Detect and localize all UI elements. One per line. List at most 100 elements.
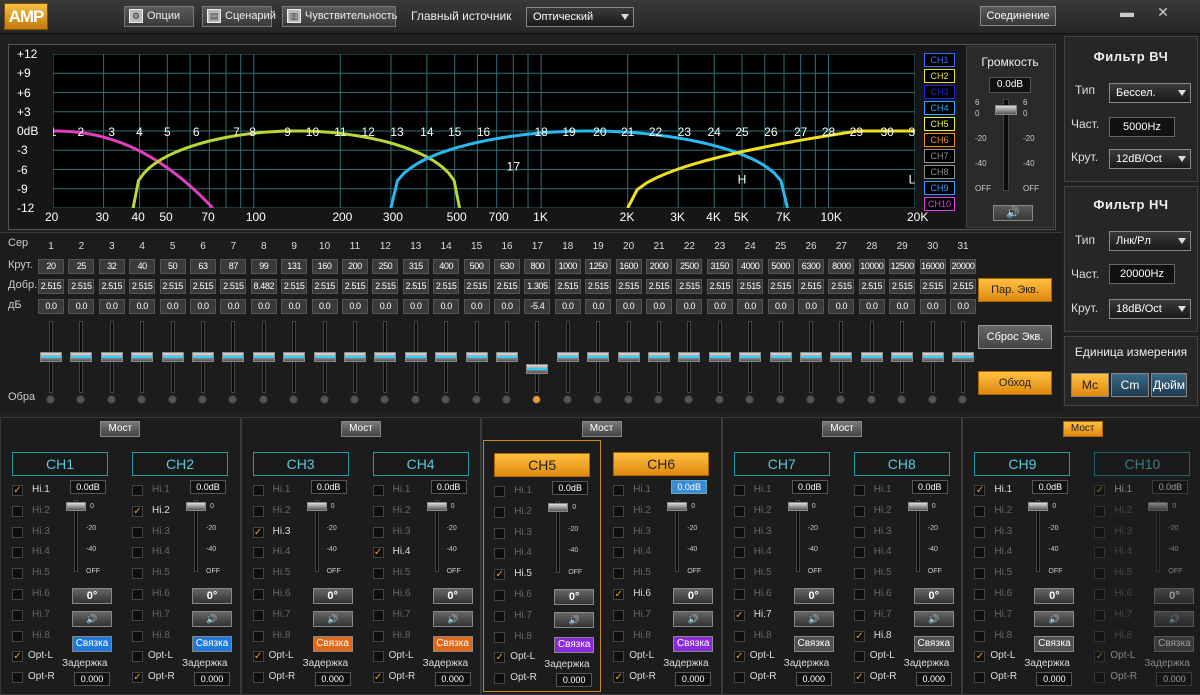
band-freq[interactable]: 40 — [129, 259, 156, 274]
hi-checkbox[interactable] — [132, 485, 143, 496]
delay-value[interactable]: 0.000 — [434, 672, 471, 686]
band-marker[interactable]: 16 — [477, 125, 491, 139]
band-freq[interactable]: 87 — [220, 259, 247, 274]
hi-checkbox[interactable] — [372, 485, 384, 496]
band-reverse-toggle[interactable] — [806, 395, 815, 404]
band-reverse-toggle[interactable] — [532, 395, 542, 404]
legend-ch1[interactable]: CH1 — [924, 53, 955, 67]
channel-mute-button[interactable]: 🔊 — [72, 611, 112, 627]
param-eq-button[interactable]: Пар. Экв. — [978, 278, 1052, 302]
band-freq[interactable]: 10000 — [858, 259, 885, 274]
band-gain[interactable]: 0.0 — [372, 299, 399, 314]
band-freq[interactable]: 400 — [433, 259, 460, 274]
fader-knob[interactable] — [404, 352, 427, 362]
band-freq[interactable]: 4000 — [737, 259, 764, 274]
channel-mute-button[interactable]: 🔊 — [1154, 611, 1195, 627]
band-marker[interactable]: 2 — [78, 125, 85, 139]
band-gain[interactable]: 0.0 — [767, 299, 794, 314]
band-q[interactable]: 2.515 — [129, 279, 156, 294]
opt-r-checkbox[interactable]: ✓ — [613, 672, 625, 684]
volume-value[interactable]: 0.0dB — [989, 77, 1031, 93]
hi-checkbox[interactable] — [494, 631, 506, 643]
band-gain[interactable]: 0.0 — [554, 299, 581, 314]
hi-checkbox[interactable] — [12, 526, 23, 538]
delay-value[interactable]: 0.000 — [795, 672, 832, 686]
reset-eq-button[interactable]: Сброс Экв. — [978, 325, 1052, 349]
fader-knob[interactable] — [648, 352, 670, 362]
band-reverse-toggle[interactable] — [593, 395, 603, 404]
hpf-type-select[interactable]: Бессел. — [1109, 83, 1191, 103]
channel-mute-button[interactable]: 🔊 — [554, 612, 595, 628]
link-button[interactable]: Связка — [72, 636, 112, 652]
channel-mute-button[interactable]: 🔊 — [192, 611, 232, 627]
band-q[interactable]: 2.515 — [706, 279, 733, 294]
band-q[interactable]: 2.515 — [433, 279, 460, 294]
band-fader[interactable] — [950, 321, 976, 393]
band-reverse-toggle[interactable] — [289, 395, 299, 404]
band-q[interactable]: 2.515 — [98, 279, 125, 294]
fader-knob[interactable] — [313, 352, 336, 362]
fader-knob[interactable] — [667, 502, 688, 511]
fader-knob[interactable] — [465, 352, 488, 362]
band-marker[interactable]: 17 — [507, 160, 521, 174]
band-fader[interactable] — [372, 321, 398, 393]
legend-ch9[interactable]: CH9 — [924, 181, 955, 195]
band-marker[interactable]: 25 — [735, 125, 749, 139]
hi-checkbox[interactable]: ✓ — [494, 569, 506, 581]
band-reverse-toggle[interactable] — [137, 395, 147, 404]
fader-knob[interactable] — [769, 352, 792, 362]
hi-checkbox[interactable] — [252, 505, 264, 517]
fader-knob[interactable] — [306, 502, 327, 511]
band-fader[interactable] — [190, 321, 216, 393]
fader-knob[interactable] — [860, 352, 883, 362]
band-reverse-toggle[interactable] — [106, 395, 116, 404]
band-gain[interactable]: 0.0 — [706, 299, 733, 314]
opt-r-checkbox[interactable]: ✓ — [853, 672, 865, 684]
band-fader[interactable] — [859, 321, 885, 393]
band-reverse-toggle[interactable] — [471, 395, 481, 404]
band-reverse-toggle[interactable] — [866, 395, 876, 404]
hi-checkbox[interactable] — [613, 505, 625, 517]
channel-select-button[interactable]: CH6 — [613, 452, 710, 476]
hi-checkbox[interactable] — [1094, 505, 1106, 517]
band-fader[interactable] — [129, 321, 155, 393]
hi-checkbox[interactable] — [853, 485, 865, 496]
channel-gain-value[interactable]: 0.0dB — [310, 480, 347, 494]
opt-r-checkbox[interactable] — [12, 672, 23, 684]
hi-checkbox[interactable] — [494, 590, 506, 601]
hi-checkbox[interactable] — [733, 547, 745, 559]
band-fader[interactable] — [737, 321, 763, 393]
channel-gain-fader[interactable] — [548, 501, 569, 575]
link-button[interactable]: Связка — [1034, 636, 1075, 652]
band-marker[interactable]: 12 — [361, 125, 375, 139]
hi-checkbox[interactable] — [733, 630, 745, 642]
hi-checkbox[interactable] — [252, 485, 264, 496]
link-button[interactable]: Связка — [913, 636, 954, 652]
hi-checkbox[interactable] — [1094, 589, 1106, 600]
delay-value[interactable]: 0.000 — [194, 672, 230, 686]
band-fader[interactable] — [524, 321, 550, 393]
channel-gain-value[interactable]: 0.0dB — [1152, 480, 1189, 494]
legend-ch3[interactable]: CH3 — [924, 85, 955, 99]
band-fader[interactable] — [342, 321, 368, 393]
fader-knob[interactable] — [40, 352, 62, 362]
hi-checkbox[interactable]: ✓ — [613, 589, 625, 600]
volume-mute-button[interactable]: 🔊 — [993, 205, 1033, 221]
bypass-button[interactable]: Обход — [978, 371, 1052, 395]
hi-checkbox[interactable] — [12, 505, 23, 517]
main-source-select[interactable]: Оптический — [526, 7, 634, 27]
hpf-marker[interactable]: H — [738, 173, 747, 187]
hi-checkbox[interactable] — [252, 630, 264, 642]
band-fader[interactable] — [251, 321, 277, 393]
hi-checkbox[interactable] — [12, 609, 23, 621]
band-q[interactable]: 2.515 — [342, 279, 368, 294]
band-reverse-toggle[interactable] — [228, 395, 238, 404]
band-gain[interactable]: 0.0 — [68, 299, 95, 314]
fader-knob[interactable] — [131, 352, 154, 362]
legend-ch4[interactable]: CH4 — [924, 101, 955, 115]
band-q[interactable]: 2.515 — [463, 279, 490, 294]
hi-checkbox[interactable] — [613, 526, 625, 538]
hi-checkbox[interactable] — [1094, 526, 1106, 538]
fader-knob[interactable] — [435, 352, 458, 362]
phase-button[interactable]: 0° — [793, 588, 834, 604]
